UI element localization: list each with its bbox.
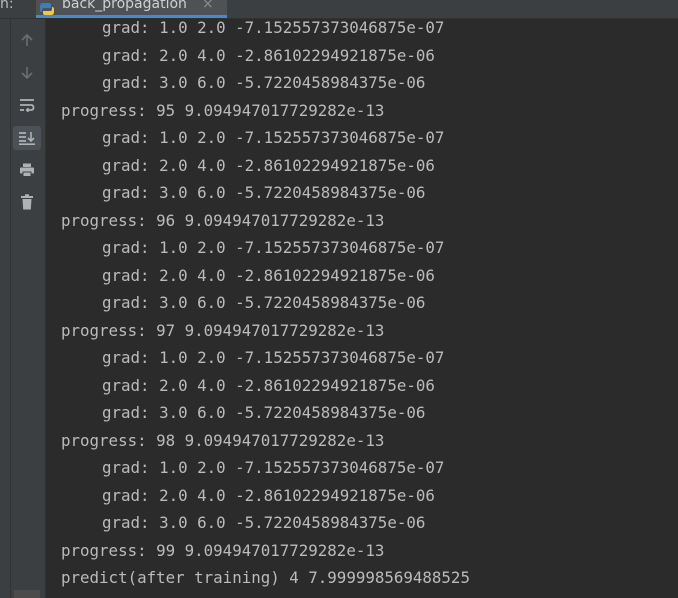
close-icon[interactable]: × (202, 0, 214, 12)
predict-line: predict(after training) 4 7.999998569488… (61, 568, 470, 587)
grad-line: grad: 3.0 6.0 -5.7220458984375e-06 (102, 513, 426, 532)
up-arrow-icon[interactable] (13, 28, 41, 52)
grad-line: grad: 3.0 6.0 -5.7220458984375e-06 (102, 293, 426, 312)
python-icon (40, 0, 54, 15)
grad-line: grad: 2.0 4.0 -2.86102294921875e-06 (102, 375, 435, 395)
grad-line: grad: 2.0 4.0 -2.86102294921875e-06 (102, 485, 435, 505)
grad-line: grad: 2.0 4.0 -2.86102294921875e-06 (102, 155, 435, 175)
scroll-to-end-icon[interactable] (13, 126, 41, 150)
grad-line: grad: 1.0 2.0 -7.152557373046875e-07 (102, 128, 445, 147)
console-output[interactable]: grad: 1.0 2.0 -7.152557373046875e-07 grad… (47, 18, 678, 598)
progress-line: progress: 96 9.094947017729282e-13 (61, 210, 385, 230)
progress-line: progress: 98 9.094947017729282e-13 (61, 430, 385, 450)
console-lines: grad: 1.0 2.0 -7.152557373046875e-07 grad… (61, 14, 470, 592)
grad-line: grad: 1.0 2.0 -7.152557373046875e-07 (102, 458, 445, 477)
soft-wrap-icon[interactable] (13, 93, 41, 117)
run-label: n: (0, 0, 14, 12)
trash-icon[interactable] (13, 190, 41, 214)
grad-line: grad: 1.0 2.0 -7.152557373046875e-07 (102, 238, 445, 257)
progress-line: progress: 97 9.094947017729282e-13 (61, 320, 385, 340)
progress-line: progress: 99 9.094947017729282e-13 (61, 540, 385, 560)
grad-line: grad: 3.0 6.0 -5.7220458984375e-06 (102, 183, 426, 202)
grad-line: grad: 3.0 6.0 -5.7220458984375e-06 (102, 403, 426, 422)
panel-divider (10, 19, 11, 598)
down-arrow-icon[interactable] (13, 61, 41, 85)
tab-title: back_propagation (62, 0, 187, 12)
grad-line: grad: 2.0 4.0 -2.86102294921875e-06 (102, 45, 435, 65)
grad-line: grad: 1.0 2.0 -7.152557373046875e-07 (102, 348, 445, 367)
grad-line: grad: 1.0 2.0 -7.152557373046875e-07 (102, 18, 445, 37)
grad-line: grad: 3.0 6.0 -5.7220458984375e-06 (102, 73, 426, 92)
grad-line: grad: 2.0 4.0 -2.86102294921875e-06 (102, 265, 435, 285)
print-icon[interactable] (13, 158, 41, 182)
horizontal-scrollbar[interactable] (14, 590, 40, 598)
progress-line: progress: 95 9.094947017729282e-13 (61, 100, 385, 120)
